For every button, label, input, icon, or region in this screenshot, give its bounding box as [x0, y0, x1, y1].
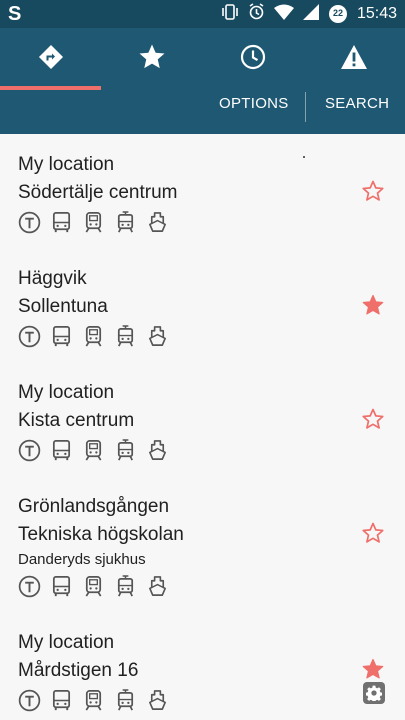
commuter-train-icon: [85, 440, 102, 461]
favorite-star-filled-icon[interactable]: [361, 293, 385, 317]
favorite-star-outline-icon[interactable]: [361, 407, 385, 431]
alarm-icon: [248, 3, 265, 25]
trip-from: Grönlandsgången: [18, 496, 170, 517]
favorite-star-outline-icon[interactable]: [361, 521, 385, 545]
tram-icon: [117, 439, 134, 461]
commuter-train-icon: [85, 690, 102, 711]
trip-from: My location: [18, 382, 115, 403]
battery-level: 22: [332, 8, 343, 18]
trip-from: My location: [18, 632, 115, 653]
bus-icon: [52, 212, 71, 233]
trip-from: Häggvik: [18, 268, 87, 289]
trip-to: Södertälje centrum: [18, 182, 178, 203]
app-notification-icon: S: [8, 3, 22, 25]
transport-modes: [18, 439, 405, 462]
bus-icon: [52, 326, 71, 347]
warning-icon: [340, 44, 368, 75]
transport-modes: [18, 689, 405, 712]
commuter-train-icon: [85, 326, 102, 347]
options-button[interactable]: OPTIONS: [219, 90, 289, 134]
tab-alerts[interactable]: [304, 28, 405, 90]
commuter-train-icon: [85, 212, 102, 233]
transport-modes: [18, 325, 405, 348]
transport-modes: [18, 575, 405, 598]
wifi-icon: [273, 4, 294, 25]
trip-item[interactable]: My location Kista centrum: [0, 362, 405, 476]
trip-item[interactable]: My location Södertälje centrum: [0, 134, 405, 248]
trip-item[interactable]: Häggvik Sollentuna: [0, 248, 405, 362]
ferry-icon: [149, 440, 166, 460]
trip-list: My location Södertälje centrum Häggvik S…: [0, 134, 405, 720]
metro-icon: [18, 439, 41, 462]
tram-icon: [117, 575, 134, 597]
favorite-star-outline-icon[interactable]: [361, 179, 385, 203]
settings-button[interactable]: [363, 682, 385, 704]
bus-icon: [52, 440, 71, 461]
metro-icon: [18, 211, 41, 234]
tab-directions[interactable]: [0, 28, 102, 90]
battery-icon: 22: [328, 4, 348, 24]
clock-icon: [240, 44, 266, 75]
transport-modes: [18, 211, 405, 234]
bus-icon: [52, 690, 71, 711]
ferry-icon: [149, 690, 166, 710]
tram-icon: [117, 211, 134, 233]
trip-to: Sollentuna: [18, 296, 108, 317]
action-bar: OPTIONS SEARCH: [0, 90, 405, 134]
star-icon: [137, 42, 167, 77]
ferry-icon: [149, 576, 166, 596]
action-divider: [305, 92, 306, 122]
directions-icon: [38, 44, 64, 75]
tram-icon: [117, 689, 134, 711]
trip-from: My location: [18, 154, 115, 175]
metro-icon: [18, 575, 41, 598]
ferry-icon: [149, 212, 166, 232]
trip-to: Kista centrum: [18, 410, 135, 431]
vibrate-icon: [221, 3, 239, 25]
trip-to: Tekniska högskolan: [18, 524, 184, 545]
search-button[interactable]: SEARCH: [325, 90, 389, 134]
tram-icon: [117, 325, 134, 347]
metro-icon: [18, 325, 41, 348]
commuter-train-icon: [85, 576, 102, 597]
clock-time: 15:43: [356, 5, 397, 22]
trip-item[interactable]: My location Mårdstigen 16: [0, 612, 405, 720]
trip-via: Danderyds sjukhus: [18, 551, 146, 568]
tab-bar: [0, 28, 405, 90]
signal-icon: [302, 3, 319, 25]
favorite-star-filled-icon[interactable]: [361, 657, 385, 681]
stray-dot: [303, 156, 305, 158]
ferry-icon: [149, 326, 166, 346]
tab-favorites[interactable]: [101, 28, 202, 90]
trip-to: Mårdstigen 16: [18, 660, 139, 681]
bus-icon: [52, 576, 71, 597]
status-bar: S 22 15:43: [0, 0, 405, 28]
status-icons: 22 15:43: [221, 0, 397, 28]
metro-icon: [18, 689, 41, 712]
tab-history[interactable]: [203, 28, 304, 90]
gear-icon: [366, 685, 382, 701]
trip-item[interactable]: Grönlandsgången Tekniska högskolan Dande…: [0, 476, 405, 612]
